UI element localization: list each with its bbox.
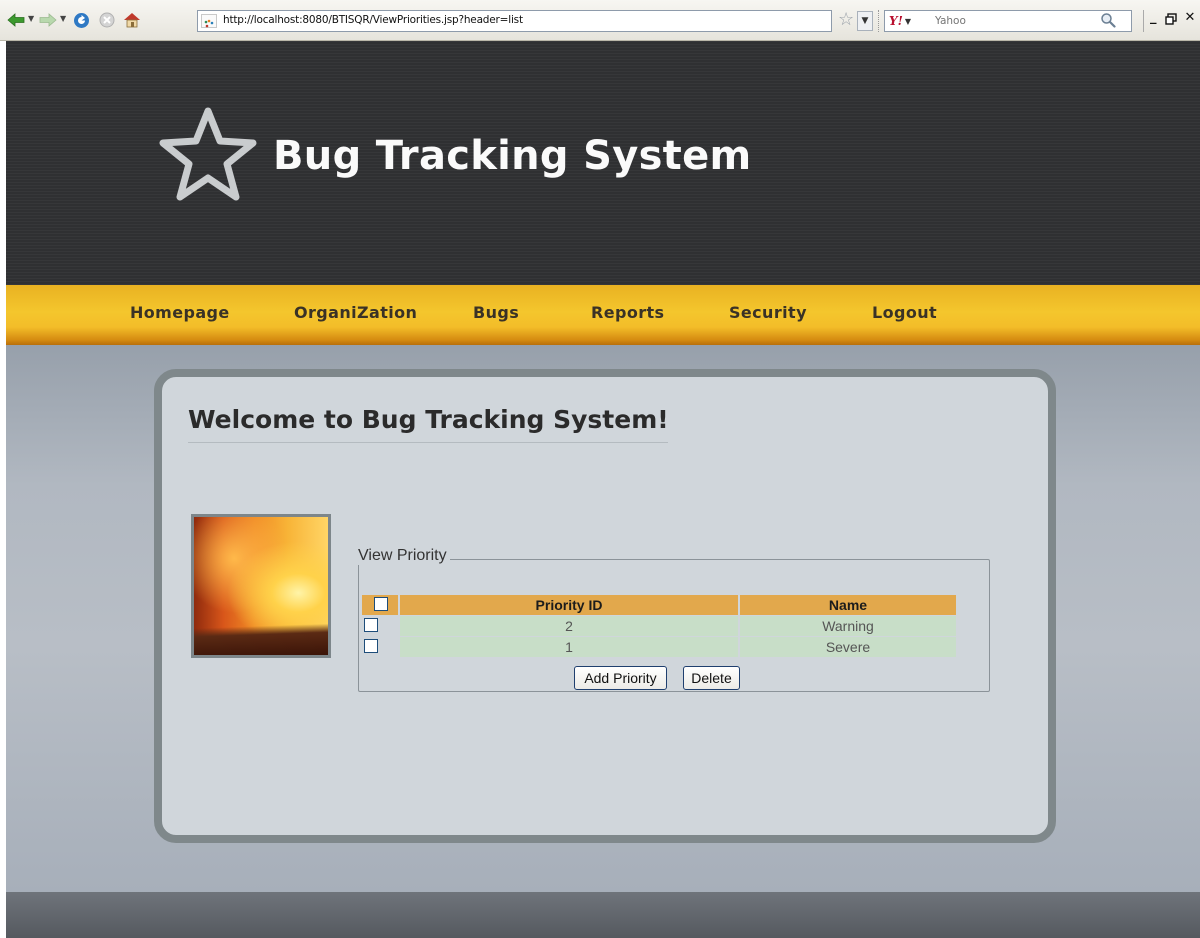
- reload-icon[interactable]: [72, 11, 90, 29]
- nav-organization[interactable]: OrganiZation: [294, 303, 417, 322]
- priority-name-cell: Severe: [740, 637, 956, 657]
- minimize-icon[interactable]: _: [1150, 10, 1157, 29]
- priority-id-cell: 1: [400, 637, 738, 657]
- page-favicon-icon: [201, 14, 217, 28]
- history-dropdown-icon[interactable]: ▼: [857, 11, 873, 31]
- row-select-cell: [362, 637, 398, 657]
- nav-bugs[interactable]: Bugs: [473, 303, 519, 322]
- url-text[interactable]: http://localhost:8080/BTISQR/ViewPriorit…: [223, 14, 523, 26]
- stop-icon[interactable]: [98, 11, 116, 29]
- window-controls: _ ✕: [1150, 10, 1195, 29]
- nav-reports[interactable]: Reports: [591, 303, 664, 322]
- page-title: Welcome to Bug Tracking System!: [188, 405, 669, 443]
- nav-security[interactable]: Security: [729, 303, 807, 322]
- column-header-name[interactable]: Name: [740, 595, 956, 615]
- forward-dropdown-icon[interactable]: ▼: [60, 14, 68, 24]
- select-all-cell: [362, 595, 398, 615]
- fire-image: [191, 514, 331, 658]
- nav-homepage[interactable]: Homepage: [130, 303, 230, 322]
- yahoo-logo-icon: Y!: [889, 14, 903, 28]
- chevron-down-icon: ▼: [904, 16, 911, 26]
- star-outline-icon[interactable]: [158, 105, 258, 207]
- column-header-priority-id[interactable]: Priority ID: [400, 595, 738, 615]
- table-row: 2 Warning: [362, 616, 956, 637]
- search-input[interactable]: [935, 13, 1105, 29]
- close-icon[interactable]: ✕: [1185, 10, 1196, 29]
- restore-icon[interactable]: [1164, 10, 1177, 29]
- priority-table: Priority ID Name 2 Warning 1 Severe: [362, 595, 956, 658]
- browser-toolbar: ▼ ▼ http://localhost:8080/BTISQR/ViewPri…: [0, 0, 1200, 41]
- bookmark-star-icon[interactable]: ☆: [838, 11, 854, 29]
- nav-logout[interactable]: Logout: [872, 303, 937, 322]
- back-arrow-icon[interactable]: [7, 11, 25, 29]
- select-all-checkbox[interactable]: [374, 597, 388, 611]
- table-header-row: Priority ID Name: [362, 595, 956, 616]
- url-bar[interactable]: http://localhost:8080/BTISQR/ViewPriorit…: [197, 10, 832, 32]
- page-viewport: Bug Tracking System Homepage OrganiZatio…: [6, 41, 1200, 938]
- main-nav: Homepage OrganiZation Bugs Reports Secur…: [6, 285, 1200, 345]
- footer-band: [6, 892, 1200, 938]
- fieldset-legend: View Priority: [358, 547, 450, 565]
- search-engine-selector[interactable]: Y! ▼: [889, 14, 931, 28]
- row-select-cell: [362, 616, 398, 636]
- row-checkbox[interactable]: [364, 618, 378, 632]
- search-magnifier-icon[interactable]: [1100, 12, 1116, 32]
- toolbar-separator: [878, 10, 880, 32]
- table-row: 1 Severe: [362, 637, 956, 658]
- back-dropdown-icon[interactable]: ▼: [28, 14, 36, 24]
- site-title: Bug Tracking System: [273, 133, 752, 179]
- priority-id-cell: 2: [400, 616, 738, 636]
- site-header: Bug Tracking System: [6, 41, 1200, 285]
- content-panel: Welcome to Bug Tracking System! View Pri…: [154, 369, 1056, 843]
- priority-name-cell: Warning: [740, 616, 956, 636]
- delete-button[interactable]: Delete: [683, 666, 740, 690]
- window-controls-separator: [1143, 10, 1144, 32]
- row-checkbox[interactable]: [364, 639, 378, 653]
- view-priority-fieldset: View Priority Priority ID Name 2 Warning: [358, 547, 990, 692]
- add-priority-button[interactable]: Add Priority: [574, 666, 667, 690]
- home-icon[interactable]: [122, 11, 142, 29]
- search-box[interactable]: Y! ▼: [884, 10, 1132, 32]
- forward-arrow-icon[interactable]: [39, 11, 57, 29]
